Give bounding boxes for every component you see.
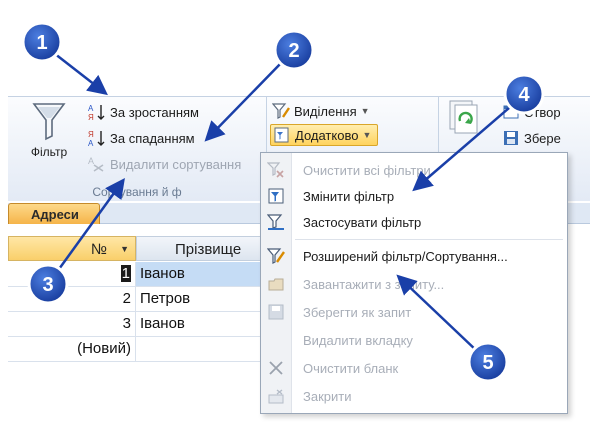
menu-item-apply-filter[interactable]: Застосувати фільтр bbox=[261, 209, 567, 235]
arrow-1 bbox=[49, 49, 108, 96]
menu-item-clear-grid[interactable]: Очистити бланк bbox=[261, 355, 567, 381]
advanced-button[interactable]: Додатково ▼ bbox=[270, 124, 379, 146]
remove-sort-icon: А bbox=[88, 155, 106, 173]
menu-item-load-from-query[interactable]: Завантажити з запиту... bbox=[261, 271, 567, 297]
selection-filter-icon bbox=[271, 102, 290, 120]
filter-label: Фільтр bbox=[30, 145, 68, 159]
close-x-icon bbox=[261, 359, 291, 377]
new-record-row[interactable]: (Новий) bbox=[8, 337, 298, 362]
advanced-dropdown-menu: Очистити всі фільтри Змінити фільтр Заст… bbox=[260, 152, 568, 414]
filter-form-icon bbox=[261, 187, 291, 205]
menu-item-close[interactable]: Закрити bbox=[261, 383, 567, 409]
clear-filter-icon bbox=[261, 161, 291, 179]
cell-number[interactable]: 2 bbox=[8, 287, 136, 312]
save-query-icon bbox=[261, 303, 291, 321]
menu-item-clear-all-filters[interactable]: Очистити всі фільтри bbox=[261, 157, 567, 183]
cell-number[interactable]: (Новий) bbox=[8, 337, 136, 362]
table-row[interactable]: 2 Петров bbox=[8, 287, 298, 312]
cell-number[interactable]: 1 bbox=[8, 262, 136, 287]
refresh-icon bbox=[444, 99, 484, 152]
svg-text:А: А bbox=[88, 139, 94, 147]
refresh-button[interactable] bbox=[444, 99, 484, 152]
chevron-down-icon: ▼ bbox=[362, 130, 372, 140]
menu-item-save-as-query[interactable]: Зберегти як запит bbox=[261, 299, 567, 325]
svg-text:Я: Я bbox=[88, 130, 94, 139]
menu-separator bbox=[295, 239, 563, 240]
menu-item-advanced-filter-sort[interactable]: Розширений фільтр/Сортування... bbox=[261, 243, 567, 269]
table-row[interactable]: 1 Іванов bbox=[8, 262, 298, 287]
group-caption: Сортування й ф bbox=[92, 185, 182, 199]
menu-item-change-filter[interactable]: Змінити фільтр bbox=[261, 183, 567, 209]
column-header-number[interactable]: № ▼ bbox=[8, 236, 136, 261]
svg-text:2: 2 bbox=[288, 40, 299, 62]
funnel-icon bbox=[32, 103, 66, 141]
chevron-down-icon: ▼ bbox=[360, 106, 370, 116]
table-row[interactable]: 3 Іванов bbox=[8, 312, 298, 337]
tab-adresy[interactable]: Адреси bbox=[8, 203, 100, 224]
svg-text:А: А bbox=[88, 156, 94, 166]
badge-2: 2 bbox=[273, 29, 315, 71]
svg-text:А: А bbox=[88, 104, 94, 113]
svg-text:Я: Я bbox=[88, 113, 94, 121]
badge-1: 1 bbox=[21, 21, 63, 63]
column-dropdown-icon[interactable]: ▼ bbox=[120, 237, 129, 262]
selection-button[interactable]: Виділення ▼ bbox=[271, 102, 370, 120]
cell-number[interactable]: 3 bbox=[8, 312, 136, 337]
datasheet-grid: № ▼ Прізвище 1 Іванов 2 Петров 3 Іванов … bbox=[8, 236, 298, 438]
load-query-icon bbox=[261, 275, 291, 293]
filter-button[interactable]: Фільтр bbox=[18, 101, 80, 181]
close-pane-icon bbox=[261, 387, 291, 405]
advanced-filter-icon bbox=[273, 126, 291, 144]
sort-descending-button[interactable]: ЯА За спаданням bbox=[88, 129, 195, 148]
sort-ascending-icon: АЯ bbox=[88, 103, 106, 122]
sort-descending-icon: ЯА bbox=[88, 129, 106, 148]
new-record-icon bbox=[502, 103, 520, 121]
save-button[interactable]: Збере bbox=[502, 129, 561, 147]
sort-filter-group: Фільтр АЯ За зростанням ЯА За спаданням … bbox=[8, 97, 267, 201]
create-button[interactable]: Створ bbox=[502, 103, 561, 121]
menu-item-delete-tab[interactable]: Видалити вкладку bbox=[261, 327, 567, 353]
svg-text:1: 1 bbox=[36, 32, 47, 54]
advanced-filter-icon bbox=[261, 247, 291, 265]
sort-ascending-button[interactable]: АЯ За зростанням bbox=[88, 103, 199, 122]
remove-sort-button[interactable]: А Видалити сортування bbox=[88, 155, 241, 173]
apply-filter-icon bbox=[261, 213, 291, 231]
save-icon bbox=[502, 129, 520, 147]
